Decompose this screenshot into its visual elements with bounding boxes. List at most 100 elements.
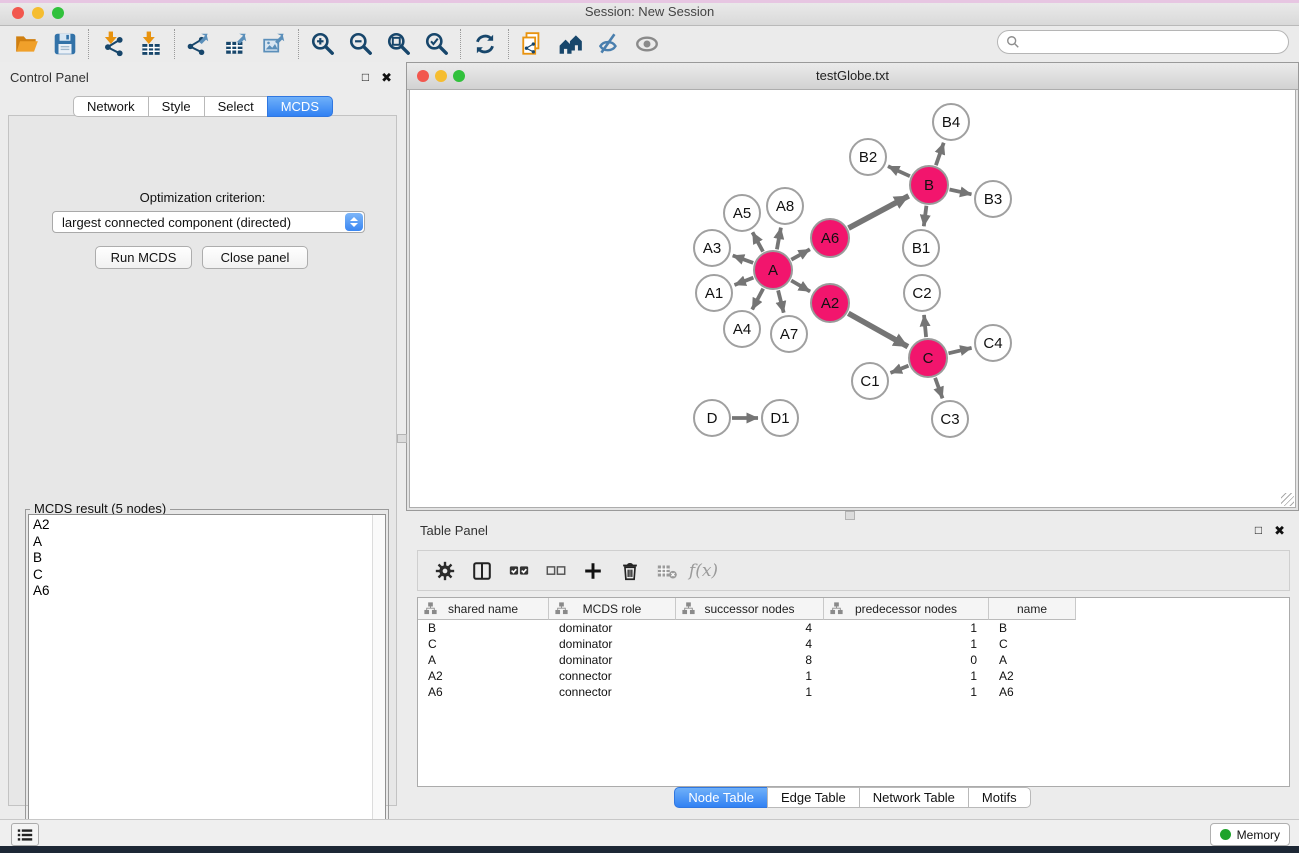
tab-mcds[interactable]: MCDS xyxy=(267,96,333,117)
select-all-columns-button[interactable] xyxy=(500,556,537,586)
export-network-button[interactable] xyxy=(180,29,218,59)
table-row[interactable]: Adominator80A xyxy=(418,652,1289,668)
tab-style[interactable]: Style xyxy=(148,96,205,117)
tab-node-table[interactable]: Node Table xyxy=(674,787,768,808)
show-view-icon xyxy=(634,31,660,57)
edge-A-A7 xyxy=(778,290,784,312)
node-table[interactable]: shared nameMCDS rolesuccessor nodesprede… xyxy=(417,597,1290,787)
scrollbar-track[interactable] xyxy=(372,515,385,847)
tab-network[interactable]: Network xyxy=(73,96,149,117)
import-network-icon xyxy=(100,31,126,57)
column-header-MCDS-role[interactable]: MCDS role xyxy=(549,598,676,620)
column-header-shared-name[interactable]: shared name xyxy=(418,598,549,620)
node-B[interactable]: B xyxy=(909,165,949,205)
duplicate-network-button[interactable] xyxy=(514,29,552,59)
node-B2[interactable]: B2 xyxy=(849,138,887,176)
tab-network-table[interactable]: Network Table xyxy=(859,787,969,808)
network-canvas[interactable]: B4 B2 B B3 B1 A5A8A6 A3 A A1 A2 A4A7 C2 C C4 C1 C3 D D1 xyxy=(409,89,1296,508)
node-A4[interactable]: A4 xyxy=(723,310,761,348)
close-table-panel-icon[interactable]: ✖ xyxy=(1274,523,1285,539)
delete-column-button[interactable] xyxy=(611,556,648,586)
open-session-button[interactable] xyxy=(8,29,46,59)
node-C4[interactable]: C4 xyxy=(974,324,1012,362)
resize-grip-icon[interactable] xyxy=(1281,493,1294,506)
close-panel-button[interactable]: Close panel xyxy=(202,246,308,269)
mcds-result-item[interactable]: A6 xyxy=(33,583,385,600)
mcds-result-list[interactable]: A2ABCA6 xyxy=(28,514,386,848)
close-panel-icon[interactable]: ✖ xyxy=(381,70,392,86)
table-cell: 1 xyxy=(676,669,824,683)
show-columns-button[interactable] xyxy=(463,556,500,586)
mcds-result-item[interactable]: B xyxy=(33,550,385,567)
float-panel-icon[interactable]: □ xyxy=(362,70,369,86)
optimization-criterion-dropdown[interactable]: largest connected component (directed) xyxy=(52,211,365,233)
node-C1[interactable]: C1 xyxy=(851,362,889,400)
node-D[interactable]: D xyxy=(693,399,731,437)
hide-annotations-button[interactable] xyxy=(590,29,628,59)
mcds-result-item[interactable]: A xyxy=(33,534,385,551)
node-B1[interactable]: B1 xyxy=(902,229,940,267)
delete-table-button xyxy=(648,556,685,586)
column-header-name[interactable]: name xyxy=(989,598,1076,620)
table-cell: dominator xyxy=(549,637,676,651)
create-column-button[interactable] xyxy=(574,556,611,586)
node-A8[interactable]: A8 xyxy=(766,187,804,225)
main-toolbar xyxy=(0,26,1299,63)
zoom-fit-button[interactable] xyxy=(380,29,418,59)
mcds-result-item[interactable]: C xyxy=(33,567,385,584)
import-table-button[interactable] xyxy=(132,29,170,59)
export-image-button[interactable] xyxy=(256,29,294,59)
tab-edge-table[interactable]: Edge Table xyxy=(767,787,860,808)
import-network-button[interactable] xyxy=(94,29,132,59)
node-A5[interactable]: A5 xyxy=(723,194,761,232)
node-A6[interactable]: A6 xyxy=(810,218,850,258)
zoom-in-button[interactable] xyxy=(304,29,342,59)
table-row[interactable]: Bdominator41B xyxy=(418,620,1289,636)
status-bar: Memory xyxy=(0,819,1299,847)
node-A1[interactable]: A1 xyxy=(695,274,733,312)
home-button[interactable] xyxy=(552,29,590,59)
network-window-titlebar[interactable]: testGlobe.txt xyxy=(407,63,1298,90)
table-row[interactable]: A6connector11A6 xyxy=(418,684,1289,700)
table-row[interactable]: A2connector11A2 xyxy=(418,668,1289,684)
node-A[interactable]: A xyxy=(753,250,793,290)
node-B3[interactable]: B3 xyxy=(974,180,1012,218)
edge-B-B2 xyxy=(888,166,910,176)
zoom-selected-button[interactable] xyxy=(418,29,456,59)
node-B4[interactable]: B4 xyxy=(932,103,970,141)
mcds-result-item[interactable]: A2 xyxy=(33,517,385,534)
run-mcds-button[interactable]: Run MCDS xyxy=(95,246,192,269)
column-header-successor-nodes[interactable]: successor nodes xyxy=(676,598,824,620)
search-field[interactable] xyxy=(997,30,1289,54)
tab-motifs[interactable]: Motifs xyxy=(968,787,1031,808)
table-cell: A2 xyxy=(989,669,1076,683)
vertical-splitter-grip[interactable] xyxy=(397,434,407,443)
export-table-button[interactable] xyxy=(218,29,256,59)
float-table-panel-icon[interactable]: □ xyxy=(1255,523,1262,539)
deselect-all-columns-button[interactable] xyxy=(537,556,574,586)
table-row[interactable]: Cdominator41C xyxy=(418,636,1289,652)
node-D1[interactable]: D1 xyxy=(761,399,799,437)
hide-annotations-icon xyxy=(596,31,622,57)
node-C3[interactable]: C3 xyxy=(931,400,969,438)
search-input[interactable] xyxy=(1025,34,1288,50)
edge-A-A6 xyxy=(791,249,810,259)
column-header-predecessor-nodes[interactable]: predecessor nodes xyxy=(824,598,989,620)
edge-A-A1 xyxy=(735,278,754,285)
node-C2[interactable]: C2 xyxy=(903,274,941,312)
memory-button[interactable]: Memory xyxy=(1210,823,1290,846)
node-A3[interactable]: A3 xyxy=(693,229,731,267)
node-A2[interactable]: A2 xyxy=(810,283,850,323)
zoom-out-button[interactable] xyxy=(342,29,380,59)
refresh-layout-button[interactable] xyxy=(466,29,504,59)
node-A7[interactable]: A7 xyxy=(770,315,808,353)
node-C[interactable]: C xyxy=(908,338,948,378)
save-session-button[interactable] xyxy=(46,29,84,59)
table-settings-button[interactable] xyxy=(426,556,463,586)
hierarchy-icon xyxy=(555,602,568,615)
show-view-button[interactable] xyxy=(628,29,666,59)
tab-select[interactable]: Select xyxy=(204,96,268,117)
task-history-button[interactable] xyxy=(11,823,39,846)
uncheck-pair-icon xyxy=(545,560,567,582)
horizontal-splitter-grip[interactable] xyxy=(845,511,855,520)
